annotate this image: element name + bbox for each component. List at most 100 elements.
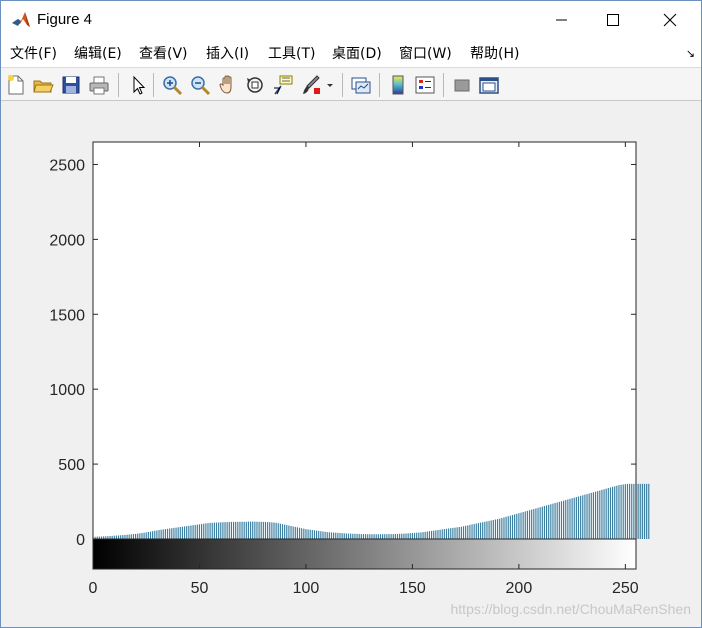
histogram-bar	[247, 521, 250, 539]
histogram-bar	[277, 523, 279, 539]
close-button[interactable]	[647, 1, 693, 39]
histogram-bar	[267, 522, 269, 539]
histogram-bar	[418, 532, 420, 539]
histogram-bar	[552, 503, 554, 539]
histogram-bar	[545, 505, 548, 539]
menu-help[interactable]: 帮助(H)	[470, 45, 519, 63]
histogram-bar	[494, 519, 497, 539]
save-icon[interactable]	[60, 74, 82, 96]
menu-insert[interactable]: 插入(I)	[206, 45, 249, 63]
histogram-bar	[465, 525, 467, 539]
histogram-bar	[181, 526, 184, 539]
histogram-bar	[458, 527, 460, 539]
title-bar[interactable]: Figure 4	[1, 1, 701, 39]
insert-colorbar-icon[interactable]	[387, 74, 409, 96]
menu-tools[interactable]: 工具(T)	[268, 45, 315, 63]
histogram-bar	[388, 534, 390, 539]
edit-plot-arrow-icon[interactable]	[127, 74, 149, 96]
histogram-bar	[356, 533, 358, 539]
open-file-icon[interactable]	[32, 74, 54, 96]
toolbar-separator	[118, 73, 119, 97]
figure-canvas[interactable]: 0 500 1000 1500 2000 2500 0 50 100 150 200 250 htt…	[1, 101, 701, 627]
histogram-bar	[337, 532, 339, 539]
histogram-bar	[524, 511, 526, 539]
close-icon	[663, 13, 677, 27]
histogram-bar	[560, 501, 563, 539]
histogram-bar	[318, 530, 320, 539]
toolbar-separator	[443, 73, 444, 97]
dock-arrow-icon[interactable]: ↘	[686, 47, 695, 60]
histogram-bar	[503, 517, 505, 539]
zoom-out-icon[interactable]	[189, 74, 211, 96]
histogram-bar	[218, 522, 220, 539]
histogram-bar	[222, 522, 224, 539]
histogram-bar	[631, 483, 633, 539]
x-tick-label: 0	[89, 580, 98, 597]
pan-hand-icon[interactable]	[217, 74, 239, 96]
histogram-bar	[484, 521, 486, 539]
rotate-3d-icon[interactable]	[244, 74, 266, 96]
histogram-bar	[330, 532, 333, 539]
menu-file[interactable]: 文件(F)	[10, 45, 57, 63]
histogram-bar	[539, 507, 541, 539]
histogram-bar	[122, 535, 124, 539]
menu-view[interactable]: 查看(V)	[139, 45, 188, 63]
new-figure-icon[interactable]	[5, 74, 27, 96]
histogram-bar	[377, 534, 379, 539]
histogram-bar	[577, 496, 580, 539]
maximize-button[interactable]	[590, 1, 636, 39]
histogram-bar	[399, 533, 401, 539]
histogram-bar	[324, 531, 326, 539]
histogram-bar	[592, 492, 594, 539]
histogram-bar	[622, 484, 624, 539]
histogram-bar	[528, 510, 531, 539]
histogram-bar	[580, 495, 582, 539]
insert-legend-icon[interactable]	[414, 74, 436, 96]
histogram-bar	[541, 506, 543, 539]
link-plot-icon[interactable]	[350, 74, 372, 96]
y-tick-label: 2000	[49, 232, 85, 249]
histogram-bar	[514, 514, 516, 539]
histogram-bar	[350, 533, 352, 539]
print-icon[interactable]	[88, 74, 110, 96]
histogram-bar	[633, 483, 635, 539]
histogram-bar	[618, 485, 620, 539]
zoom-in-icon[interactable]	[161, 74, 183, 96]
histogram-bar	[563, 500, 565, 539]
histogram-bar	[407, 533, 409, 539]
menu-window[interactable]: 窗口(W)	[399, 45, 452, 63]
histogram-bar	[339, 533, 341, 539]
show-plot-tools-icon[interactable]	[478, 74, 500, 96]
minimize-button[interactable]	[539, 1, 585, 39]
data-cursor-icon[interactable]	[272, 74, 294, 96]
y-tick-label: 500	[58, 457, 85, 474]
histogram-bar	[371, 534, 373, 539]
histogram-bar	[601, 489, 603, 539]
histogram-bar	[435, 530, 437, 539]
histogram-bar	[326, 532, 328, 539]
histogram-plot[interactable]: 0 500 1000 1500 2000 2500 0 50 100 150 200 250	[1, 101, 701, 627]
histogram-bar	[556, 502, 558, 539]
histogram-bar	[296, 527, 299, 539]
menu-edit[interactable]: 编辑(E)	[74, 45, 122, 63]
histogram-bar	[201, 524, 203, 539]
histogram-bar	[497, 519, 499, 539]
hide-plot-tools-icon[interactable]	[451, 74, 473, 96]
histogram-bar	[301, 528, 303, 539]
histogram-bar	[597, 491, 599, 539]
histogram-bar	[313, 530, 316, 539]
histogram-bar	[584, 494, 586, 539]
histogram-bar	[164, 529, 166, 539]
histogram-bar	[639, 483, 641, 539]
menu-desktop[interactable]: 桌面(D)	[332, 45, 382, 63]
histogram-bar	[316, 530, 318, 539]
histogram-bar	[411, 533, 413, 539]
axes-background	[93, 142, 636, 539]
histogram-bar	[467, 525, 469, 539]
histogram-bar	[499, 518, 501, 539]
brush-icon[interactable]	[300, 74, 322, 96]
brush-dropdown-icon[interactable]	[324, 74, 336, 96]
histogram-bar	[149, 531, 152, 539]
histogram-bar	[535, 508, 537, 539]
histogram-bar	[220, 522, 222, 539]
